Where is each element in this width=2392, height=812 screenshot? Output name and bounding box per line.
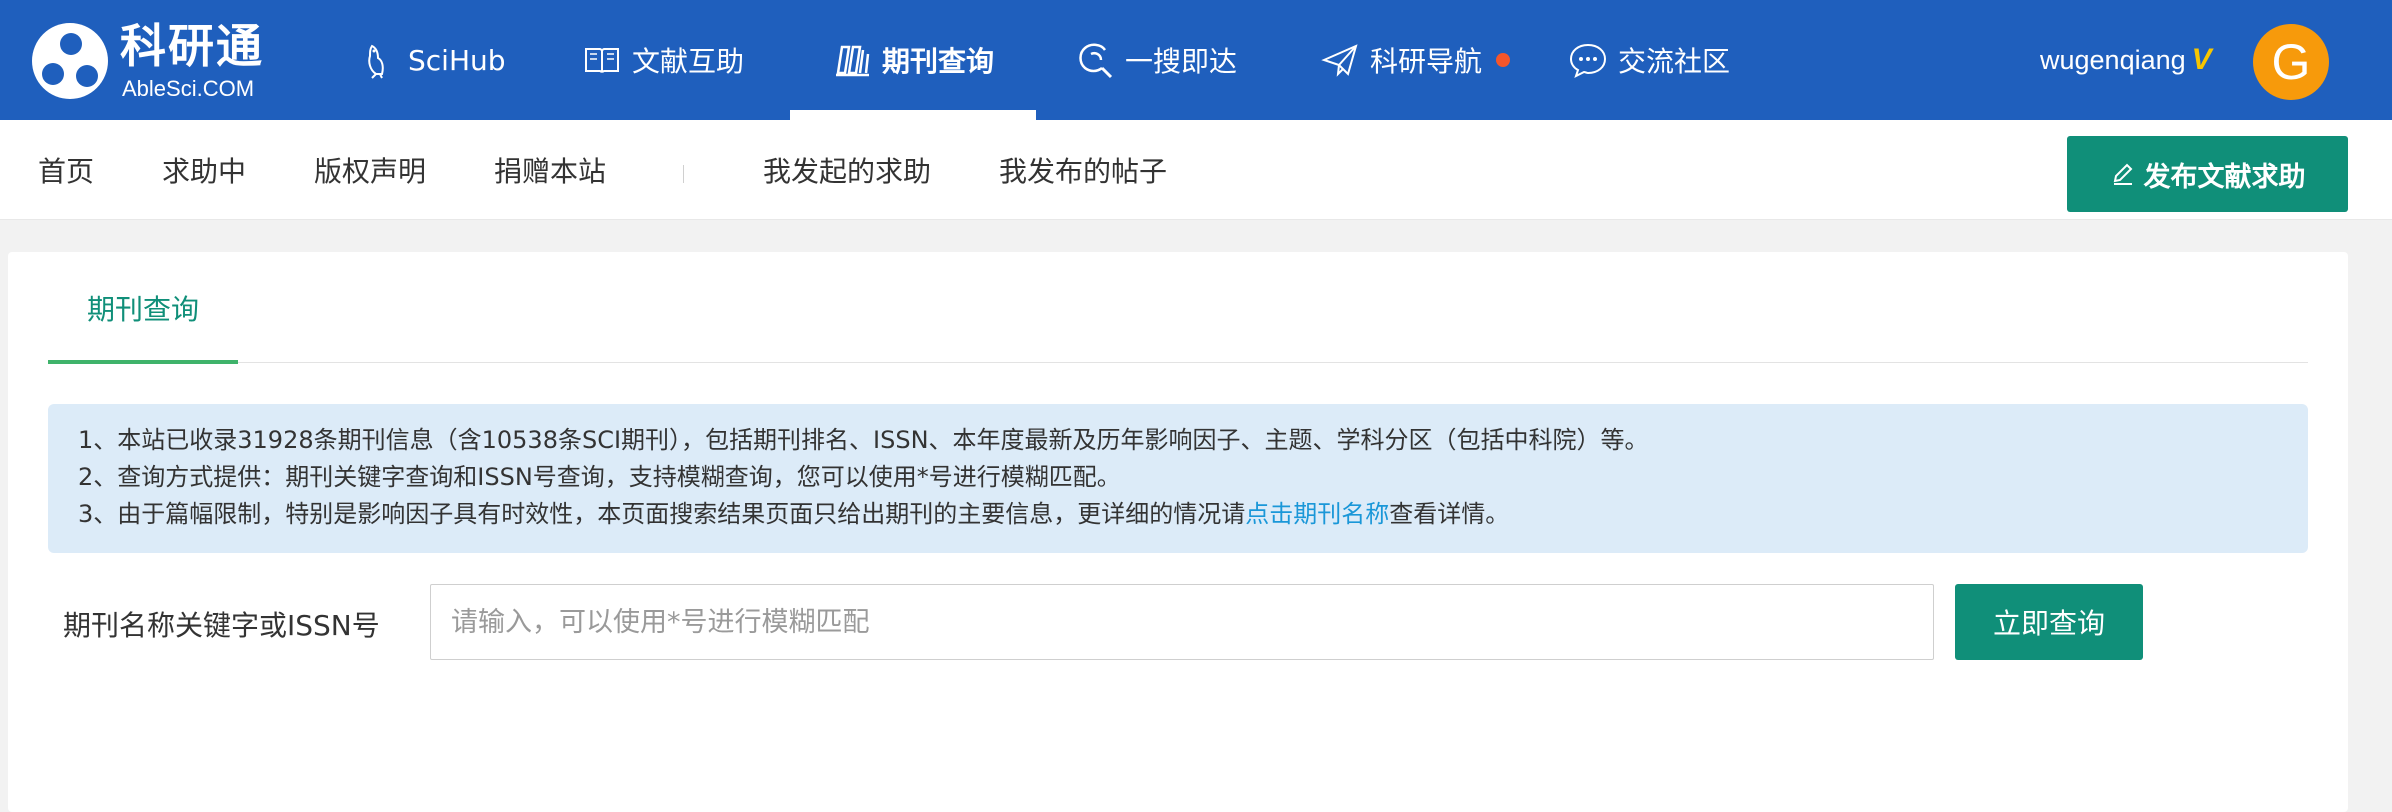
vip-badge: V bbox=[2191, 43, 2212, 76]
nav-scihub[interactable]: SciHub bbox=[358, 0, 506, 120]
bird-icon bbox=[368, 44, 384, 79]
tab-journal-query[interactable]: 期刊查询 bbox=[48, 252, 238, 364]
info-notice: 1、本站已收录31928条期刊信息（含10538条SCI期刊），包括期刊排名、I… bbox=[48, 404, 2308, 553]
avatar[interactable]: G bbox=[2253, 24, 2329, 100]
search-button[interactable]: 立即查询 bbox=[1955, 584, 2143, 660]
subnav-my-posts[interactable]: 我发布的帖子 bbox=[999, 120, 1167, 220]
edit-icon bbox=[2113, 163, 2132, 185]
subnav-pending[interactable]: 求助中 bbox=[162, 120, 246, 220]
top-navbar: 科研通 AbleSci.COM SciHub 文献互助 期刊查询 一搜即达 科研… bbox=[0, 0, 2392, 120]
nav-label: 交流社区 bbox=[1618, 45, 1731, 78]
nav-label: 一搜即达 bbox=[1125, 45, 1238, 78]
search-field-label: 期刊名称关键字或ISSN号 bbox=[63, 609, 380, 642]
sub-navbar: 首页 求助中 版权声明 捐赠本站 我发起的求助 我发布的帖子 发布文献求助 bbox=[0, 120, 2392, 220]
search-swirl-icon bbox=[1079, 43, 1113, 79]
nav-label: 科研导航 bbox=[1370, 45, 1483, 78]
active-nav-indicator bbox=[790, 110, 1036, 120]
notice-line-3-text: 3、由于篇幅限制，特别是影响因子具有时效性，本页面搜索结果页面只给出期刊的主要信… bbox=[78, 500, 1246, 528]
journals-icon bbox=[836, 45, 870, 77]
logo-icon bbox=[32, 23, 108, 99]
subnav-donate[interactable]: 捐赠本站 bbox=[494, 120, 606, 220]
notification-dot bbox=[1496, 53, 1511, 67]
nav-community[interactable]: 交流社区 bbox=[1568, 0, 1730, 120]
subnav-copyright[interactable]: 版权声明 bbox=[314, 120, 426, 220]
journal-search-input[interactable] bbox=[430, 584, 1934, 660]
paper-plane-icon bbox=[1321, 44, 1358, 77]
notice-line-3-suffix: 查看详情。 bbox=[1389, 500, 1510, 528]
nav-quick-search[interactable]: 一搜即达 bbox=[1075, 0, 1237, 120]
username-label: wugenqiang bbox=[2040, 44, 2186, 75]
nav-label: SciHub bbox=[408, 43, 506, 77]
tab-bar-divider bbox=[48, 362, 2308, 363]
logo-title: 科研通 bbox=[120, 19, 264, 73]
notice-line-3: 3、由于篇幅限制，特别是影响因子具有时效性，本页面搜索结果页面只给出期刊的主要信… bbox=[78, 496, 2308, 533]
site-logo[interactable]: 科研通 AbleSci.COM bbox=[30, 20, 270, 102]
book-icon bbox=[585, 48, 619, 73]
nav-journal-query[interactable]: 期刊查询 bbox=[832, 0, 994, 120]
chat-bubble-icon bbox=[1569, 43, 1607, 78]
nav-label: 期刊查询 bbox=[882, 45, 995, 78]
notice-line-1: 1、本站已收录31928条期刊信息（含10538条SCI期刊），包括期刊排名、I… bbox=[78, 426, 1649, 454]
post-request-button[interactable]: 发布文献求助 bbox=[2067, 136, 2348, 212]
journal-query-panel: 期刊查询 1、本站已收录31928条期刊信息（含10538条SCI期刊），包括期… bbox=[8, 252, 2348, 812]
post-button-label: 发布文献求助 bbox=[2143, 161, 2306, 193]
nav-label: 文献互助 bbox=[632, 45, 745, 78]
user-menu[interactable]: wugenqiang V bbox=[2040, 0, 2212, 120]
nav-literature-help[interactable]: 文献互助 bbox=[582, 0, 744, 120]
active-tab-indicator bbox=[48, 360, 238, 364]
click-journal-name-link[interactable]: 点击期刊名称 bbox=[1245, 500, 1389, 528]
notice-line-2: 2、查询方式提供：期刊关键字查询和ISSN号查询，支持模糊查询，您可以使用*号进… bbox=[78, 463, 1121, 491]
subnav-my-requests[interactable]: 我发起的求助 bbox=[763, 120, 931, 220]
logo-subtitle: AbleSci.COM bbox=[122, 76, 255, 101]
nav-research-guide[interactable]: 科研导航 bbox=[1320, 0, 1511, 120]
subnav-home[interactable]: 首页 bbox=[38, 120, 94, 220]
subnav-divider bbox=[683, 165, 684, 183]
